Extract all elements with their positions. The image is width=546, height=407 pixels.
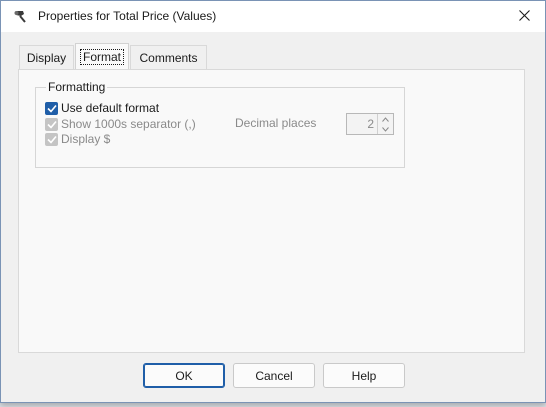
ok-button[interactable]: OK xyxy=(143,363,225,388)
window-title: Properties for Total Price (Values) xyxy=(38,9,217,23)
use-default-format-checkbox[interactable]: Use default format xyxy=(45,100,159,116)
use-default-format-label: Use default format xyxy=(61,101,160,115)
check-icon xyxy=(46,104,57,113)
show-separator-label: Show 1000s separator (,) xyxy=(61,117,196,131)
format-tab-panel: Formatting Use default format Show 1000s… xyxy=(18,69,525,353)
display-dollar-checkbox[interactable]: Display $ xyxy=(45,131,110,147)
formatting-group-label: Formatting xyxy=(46,80,108,94)
tab-label: Display xyxy=(26,50,67,65)
tab-comments[interactable]: Comments xyxy=(130,45,207,69)
spinner-buttons xyxy=(377,114,393,134)
pin-tool-icon xyxy=(12,8,30,26)
checkbox-checked-disabled[interactable] xyxy=(45,117,58,131)
show-separator-checkbox[interactable]: Show 1000s separator (,) xyxy=(45,116,196,132)
checkbox-checked-disabled[interactable] xyxy=(45,132,58,146)
chevron-down-icon xyxy=(382,126,389,132)
decimal-places-label: Decimal places xyxy=(235,116,317,130)
chevron-up-icon xyxy=(382,116,389,122)
decimal-places-value[interactable]: 2 xyxy=(347,117,374,131)
close-icon xyxy=(518,10,530,24)
tab-label: Comments xyxy=(139,50,198,65)
cancel-button[interactable]: Cancel xyxy=(233,363,315,388)
tab-format[interactable]: Format xyxy=(75,43,129,69)
spin-down-button[interactable] xyxy=(378,124,393,134)
help-button[interactable]: Help xyxy=(323,363,405,388)
checkbox-checked[interactable] xyxy=(45,101,58,115)
check-icon xyxy=(46,120,57,129)
decimal-places-spinner[interactable]: 2 xyxy=(346,113,394,135)
tab-display[interactable]: Display xyxy=(19,45,74,69)
spin-up-button[interactable] xyxy=(378,114,393,124)
tab-label: Format xyxy=(79,48,125,65)
check-icon xyxy=(46,135,57,144)
title-bar[interactable]: Properties for Total Price (Values) xyxy=(1,1,545,32)
properties-dialog: Properties for Total Price (Values) Disp… xyxy=(0,0,546,403)
close-button[interactable] xyxy=(509,5,539,29)
display-dollar-label: Display $ xyxy=(61,132,111,146)
